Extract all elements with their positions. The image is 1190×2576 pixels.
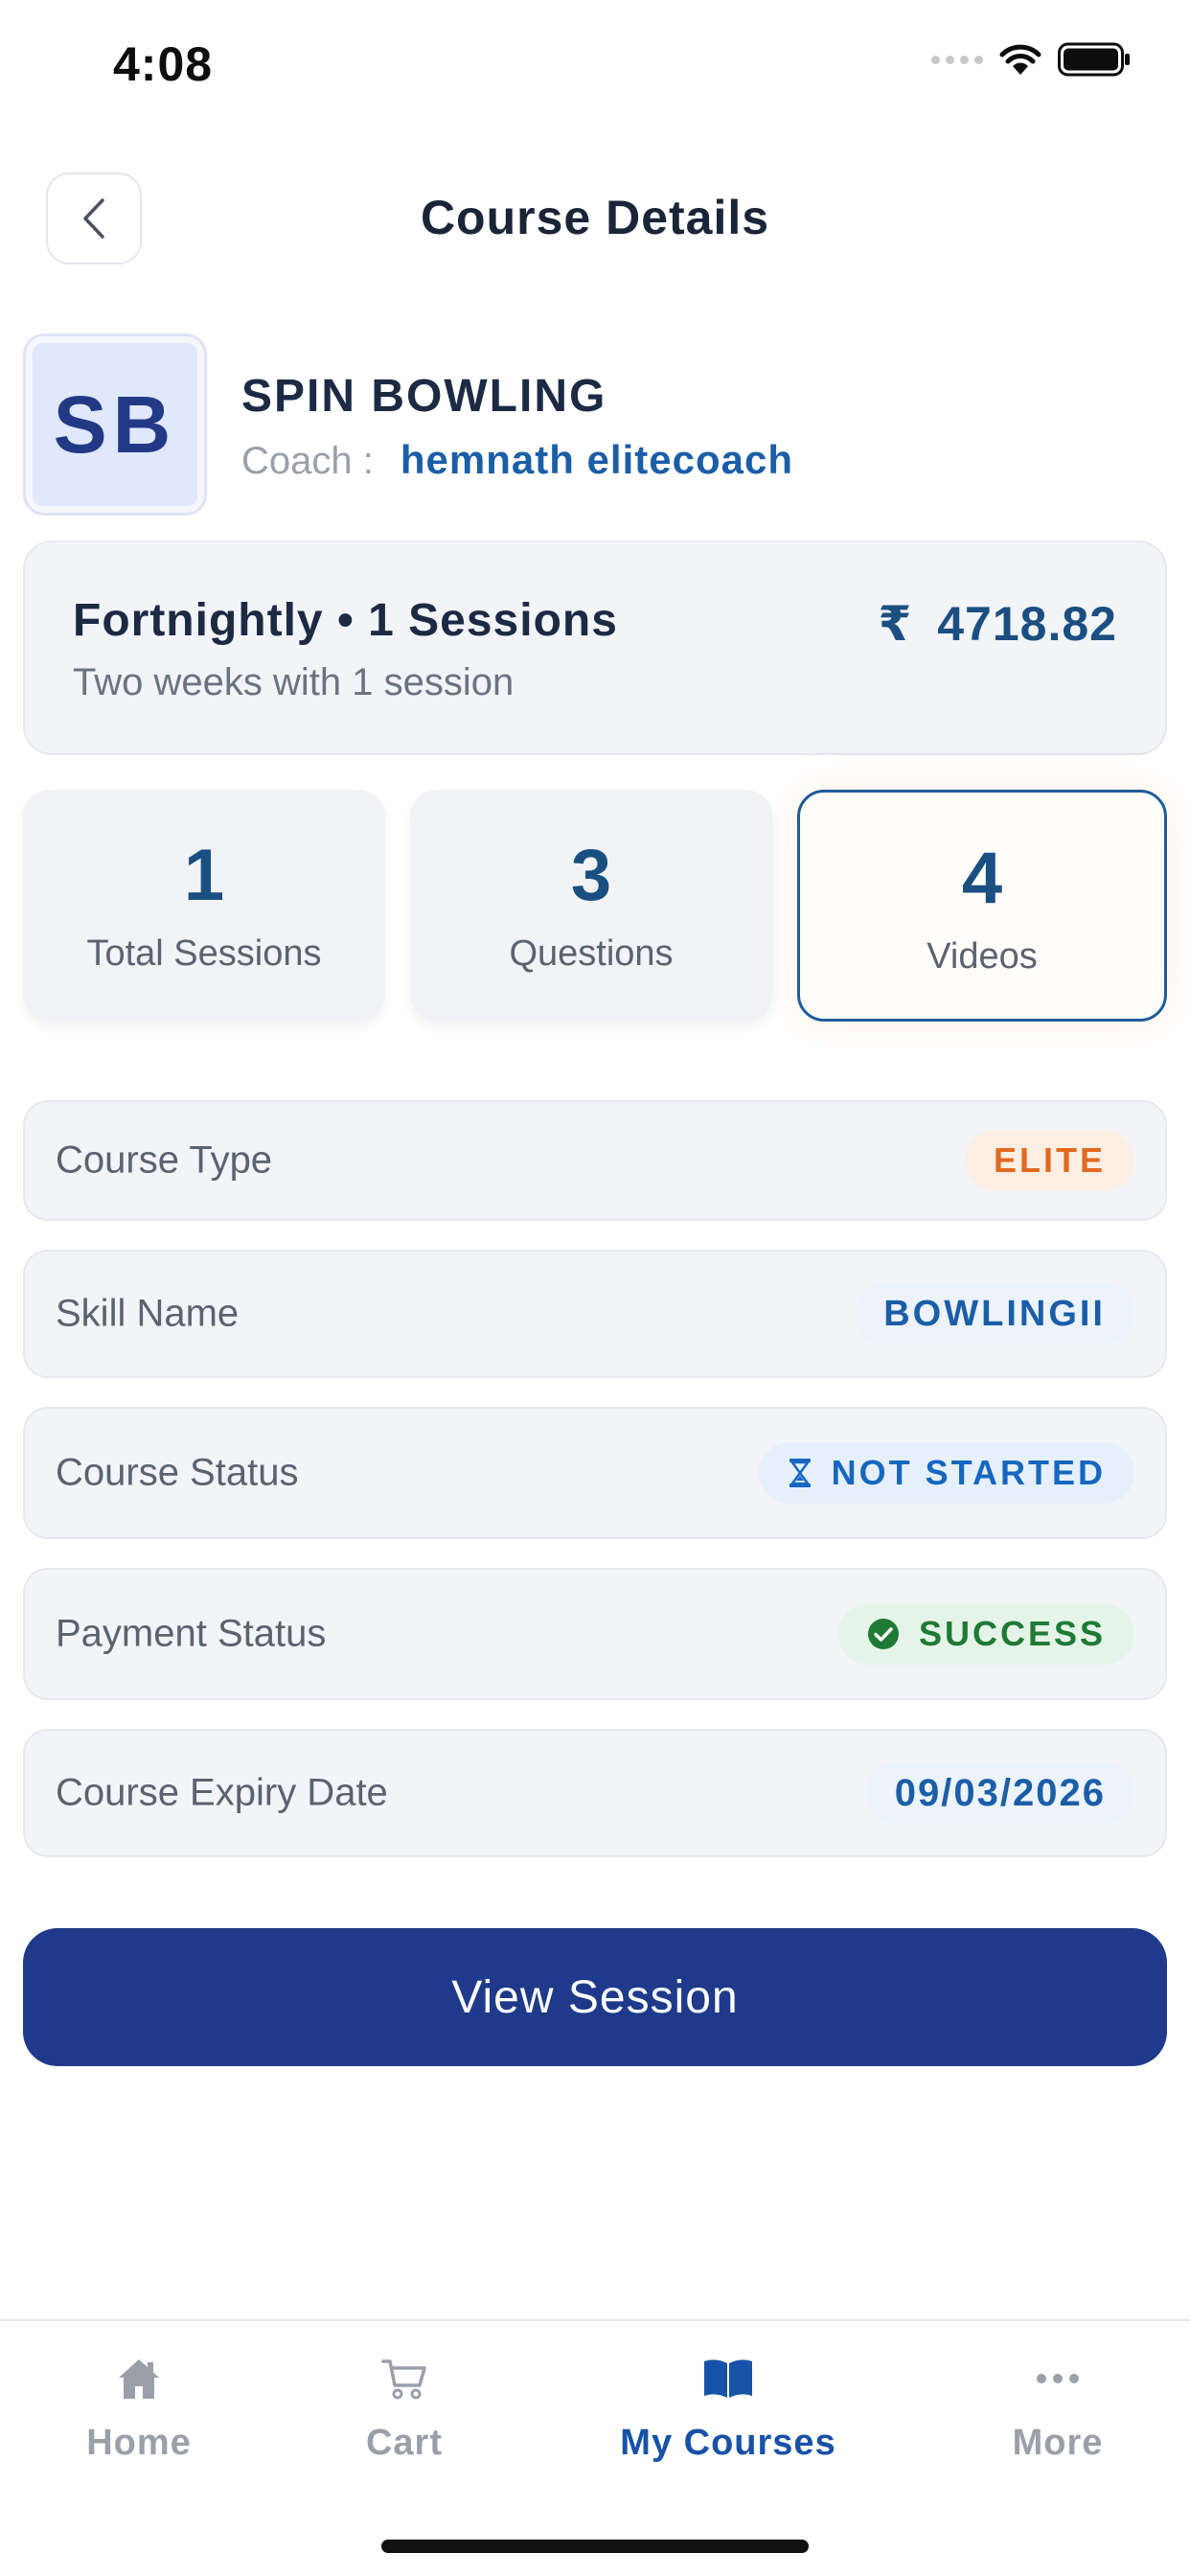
page-title: Course Details (420, 191, 770, 244)
tab-cart[interactable]: Cart (280, 2350, 529, 2464)
price-value: 4718.82 (937, 597, 1117, 651)
status-icons (931, 42, 1131, 77)
expiry-date-badge: 09/03/2026 (865, 1762, 1134, 1824)
detail-label: Payment Status (56, 1612, 327, 1655)
course-status-value: NOT STARTED (831, 1453, 1106, 1492)
skill-name-badge: BOWLINGII (855, 1283, 1134, 1345)
expiry-date-value: 09/03/2026 (894, 1771, 1106, 1814)
tab-home[interactable]: Home (14, 2350, 263, 2464)
status-time: 4:08 (113, 37, 214, 91)
stat-value: 3 (570, 835, 612, 916)
check-circle-icon (867, 1619, 899, 1649)
skill-name-value: BOWLINGII (883, 1293, 1106, 1334)
course-type-value: ELITE (993, 1140, 1106, 1180)
plan-description: Two weeks with 1 session (73, 661, 515, 703)
stat-videos[interactable]: 4 Videos (797, 790, 1167, 1022)
course-status-badge: NOT STARTED (758, 1442, 1134, 1504)
bottom-tab-bar: Home Cart My Courses More (0, 2319, 1190, 2576)
tab-label: My Courses (620, 2423, 836, 2463)
status-bar: 4:08 (0, 0, 1190, 134)
course-initials: SB (33, 343, 197, 506)
more-icon (1037, 2374, 1079, 2383)
detail-row-expiry-date: Course Expiry Date 09/03/2026 (23, 1729, 1167, 1857)
home-indicator (381, 2540, 809, 2553)
payment-status-badge: SUCCESS (837, 1603, 1134, 1665)
battery-icon (1058, 42, 1130, 77)
course-type-badge: ELITE (964, 1130, 1134, 1191)
detail-row-course-type: Course Type ELITE (23, 1100, 1167, 1221)
currency-symbol: ₹ (878, 597, 913, 651)
plan-card: Fortnightly • 1 Sessions Two weeks with … (23, 540, 1167, 755)
view-session-button[interactable]: View Session (23, 1928, 1167, 2066)
wifi-icon (999, 44, 1041, 75)
stat-label: Total Sessions (86, 933, 322, 974)
course-avatar: SB (23, 334, 207, 516)
tab-my-courses[interactable]: My Courses (604, 2350, 853, 2464)
detail-row-skill-name: Skill Name BOWLINGII (23, 1250, 1167, 1378)
payment-status-value: SUCCESS (918, 1614, 1106, 1653)
stat-total-sessions[interactable]: 1 Total Sessions (23, 790, 385, 1022)
detail-row-payment-status: Payment Status SUCCESS (23, 1568, 1167, 1700)
plan-price: ₹4718.82 (878, 596, 1117, 652)
stat-questions[interactable]: 3 Questions (410, 790, 772, 1022)
plan-title: Fortnightly • 1 Sessions (73, 595, 618, 646)
tab-label: More (1012, 2423, 1104, 2463)
detail-row-course-status: Course Status NOT STARTED (23, 1407, 1167, 1539)
tab-label: Cart (365, 2423, 444, 2463)
hourglass-icon (789, 1459, 811, 1487)
course-name: SPIN BOWLING (241, 371, 607, 422)
stat-value: 1 (183, 835, 225, 916)
stat-value: 4 (961, 838, 1003, 919)
coach-row: Coach : hemnath elitecoach (241, 437, 793, 483)
tab-label: Home (86, 2423, 192, 2463)
tab-more[interactable]: More (933, 2350, 1182, 2464)
home-icon (119, 2359, 159, 2399)
book-icon (704, 2359, 752, 2398)
detail-label: Skill Name (56, 1292, 240, 1335)
coach-name[interactable]: hemnath elitecoach (400, 437, 793, 483)
detail-label: Course Expiry Date (56, 1771, 388, 1814)
detail-label: Course Status (56, 1451, 299, 1494)
stat-label: Questions (509, 933, 674, 974)
course-details-screen: 4:08 Course Details SB SPIN BOWLING Coac… (0, 0, 1190, 2576)
stat-label: Videos (927, 936, 1038, 977)
cellular-signal-icon (931, 55, 983, 64)
coach-label: Coach : (241, 440, 374, 482)
cart-icon (381, 2359, 426, 2400)
detail-label: Course Type (56, 1138, 273, 1182)
